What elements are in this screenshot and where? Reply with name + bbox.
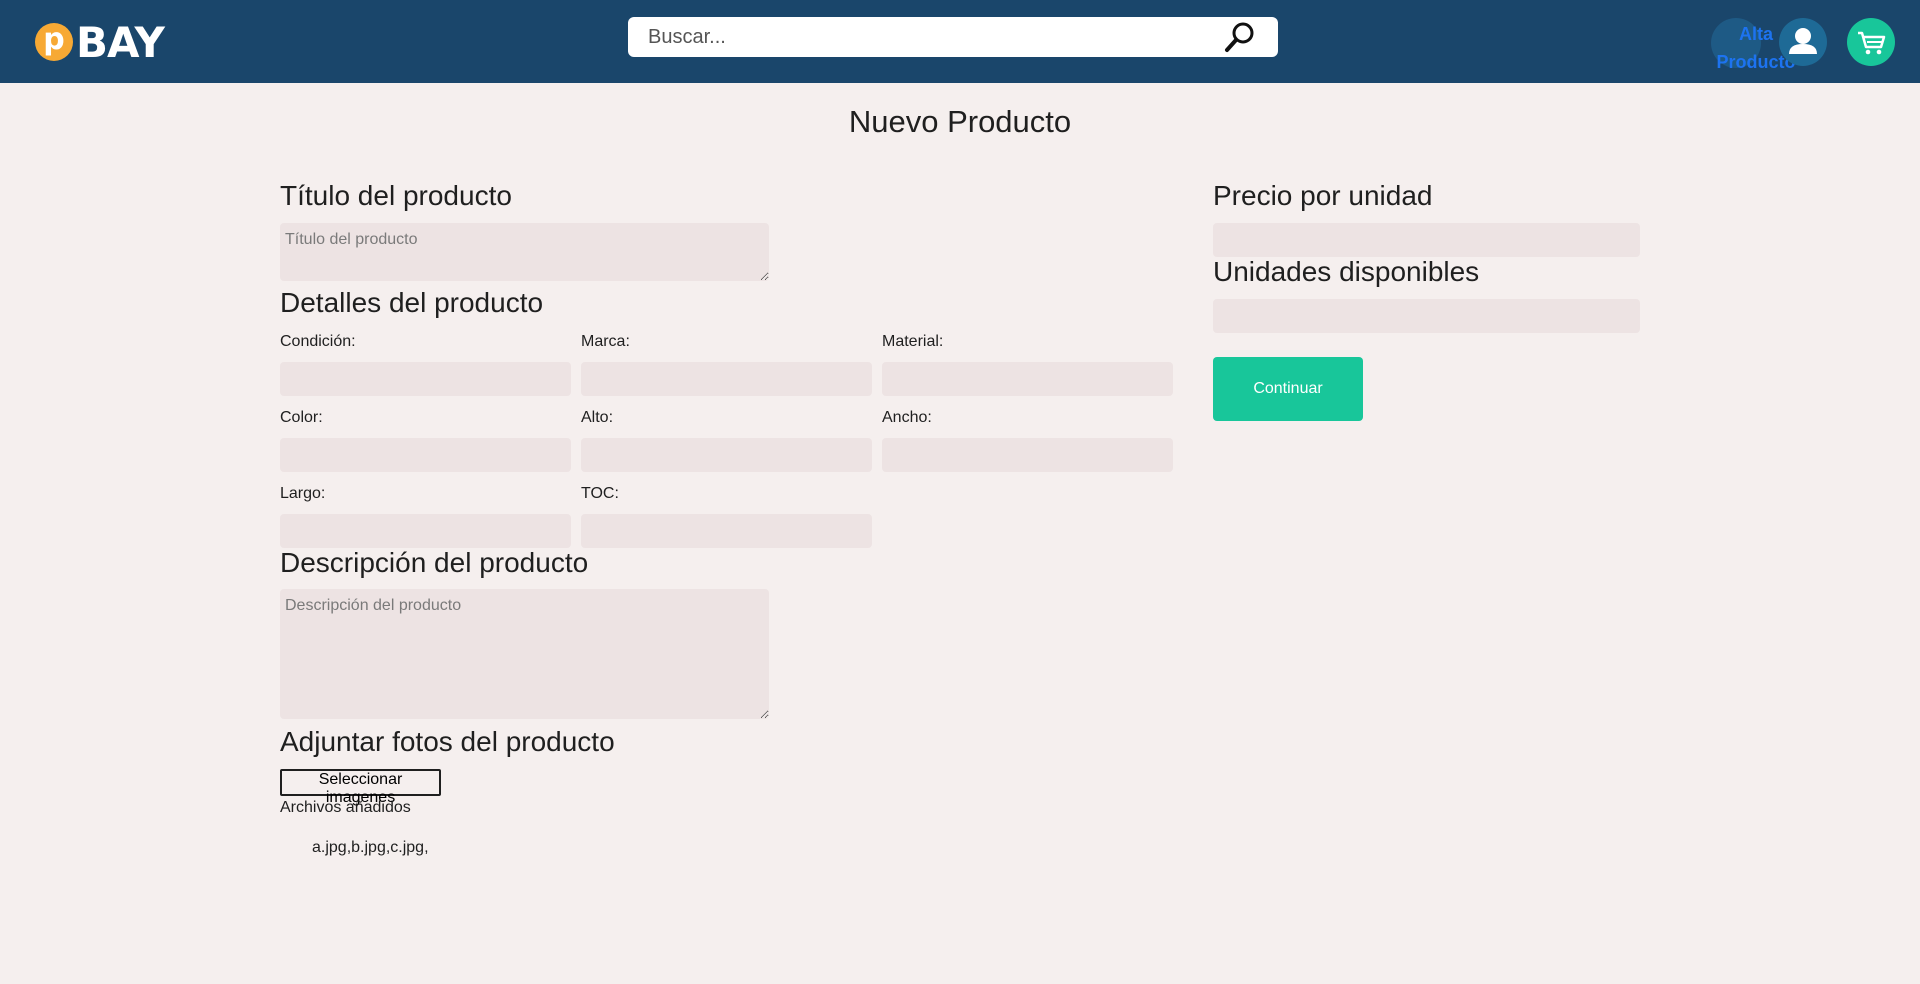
logo-coin-icon: p bbox=[35, 23, 73, 61]
unidades-input[interactable] bbox=[1213, 299, 1640, 333]
marca-input[interactable] bbox=[581, 362, 872, 396]
descripcion-heading: Descripción del producto bbox=[280, 547, 589, 578]
search-input[interactable] bbox=[628, 17, 1218, 57]
largo-label: Largo: bbox=[280, 485, 326, 502]
archivos-label: Archivos añadidos bbox=[280, 799, 411, 816]
largo-input[interactable] bbox=[280, 514, 571, 548]
ancho-label: Ancho: bbox=[882, 409, 932, 426]
titulo-input[interactable] bbox=[280, 223, 769, 281]
page-title: Nuevo Producto bbox=[848, 104, 1072, 139]
color-input[interactable] bbox=[280, 438, 571, 472]
cart-icon bbox=[1858, 31, 1886, 55]
marca-label: Marca: bbox=[581, 333, 630, 350]
precio-heading: Precio por unidad bbox=[1213, 180, 1433, 211]
titulo-heading: Título del producto bbox=[280, 180, 512, 211]
precio-input[interactable] bbox=[1213, 223, 1640, 257]
descripcion-input[interactable] bbox=[280, 589, 769, 719]
user-account-button[interactable] bbox=[1779, 18, 1827, 66]
ancho-input[interactable] bbox=[882, 438, 1173, 472]
fotos-heading: Adjuntar fotos del producto bbox=[280, 726, 615, 757]
top-navbar: p BAY Alta Producto bbox=[0, 0, 1920, 83]
search-icon[interactable] bbox=[1224, 21, 1256, 53]
logo[interactable]: p BAY bbox=[35, 17, 165, 67]
alto-input[interactable] bbox=[581, 438, 872, 472]
cart-button[interactable] bbox=[1847, 18, 1895, 66]
user-icon bbox=[1789, 28, 1817, 54]
condicion-input[interactable] bbox=[280, 362, 571, 396]
color-label: Color: bbox=[280, 409, 323, 426]
logo-text: BAY bbox=[76, 17, 165, 67]
alto-label: Alto: bbox=[581, 409, 614, 426]
material-input[interactable] bbox=[882, 362, 1173, 396]
archivos-list: a.jpg,b.jpg,c.jpg, bbox=[312, 839, 429, 856]
detalles-heading: Detalles del producto bbox=[280, 287, 544, 318]
unidades-heading: Unidades disponibles bbox=[1213, 256, 1480, 287]
select-images-button[interactable]: Seleccionar imagenes bbox=[280, 769, 441, 806]
material-label: Material: bbox=[882, 333, 944, 350]
continue-button[interactable]: Continuar bbox=[1213, 357, 1363, 421]
toc-label: TOC: bbox=[581, 485, 619, 502]
condicion-label: Condición: bbox=[280, 333, 356, 350]
toc-input[interactable] bbox=[581, 514, 872, 548]
search-bar bbox=[628, 17, 1278, 57]
